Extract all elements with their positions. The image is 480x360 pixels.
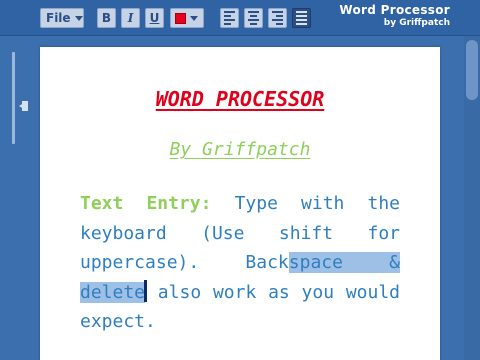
app-author: by Griffpatch — [383, 18, 450, 28]
align-justify-button[interactable] — [292, 8, 311, 28]
underline-button[interactable]: U — [145, 8, 164, 28]
file-menu-button[interactable]: File — [40, 8, 84, 28]
app-brand: Word Processor by Griffpatch — [339, 3, 450, 28]
align-center-button[interactable] — [244, 8, 263, 28]
selected-text-end: delete — [80, 281, 146, 303]
bold-button[interactable]: B — [97, 8, 116, 28]
chevron-down-icon — [74, 15, 83, 21]
align-right-icon — [272, 11, 283, 25]
document-page[interactable]: WORD PROCESSOR By Griffpatch Text Entry:… — [40, 47, 440, 360]
file-menu-label: File — [46, 11, 71, 25]
indent-handle[interactable] — [22, 101, 28, 111]
text-color-button[interactable] — [170, 8, 204, 28]
body-lead: Text Entry: — [80, 193, 212, 214]
align-center-icon — [248, 11, 259, 25]
selected-text: space & — [288, 252, 400, 273]
align-justify-icon — [296, 11, 307, 25]
chevron-down-icon — [190, 15, 198, 21]
document-byline[interactable]: By Griffpatch — [40, 139, 440, 160]
align-left-icon — [224, 11, 235, 25]
scrollbar-thumb[interactable] — [466, 40, 478, 100]
ruler-rail — [12, 52, 15, 144]
toolbar: File B I U Word Processor by Griffpatch — [0, 0, 480, 36]
color-swatch — [175, 12, 186, 24]
align-right-button[interactable] — [268, 8, 287, 28]
document-title[interactable]: WORD PROCESSOR — [40, 87, 440, 111]
align-left-button[interactable] — [220, 8, 239, 28]
document-body[interactable]: Text Entry: Type with the keyboard (Use … — [80, 189, 400, 337]
italic-button[interactable]: I — [121, 8, 140, 28]
app-title: Word Processor — [339, 3, 450, 17]
